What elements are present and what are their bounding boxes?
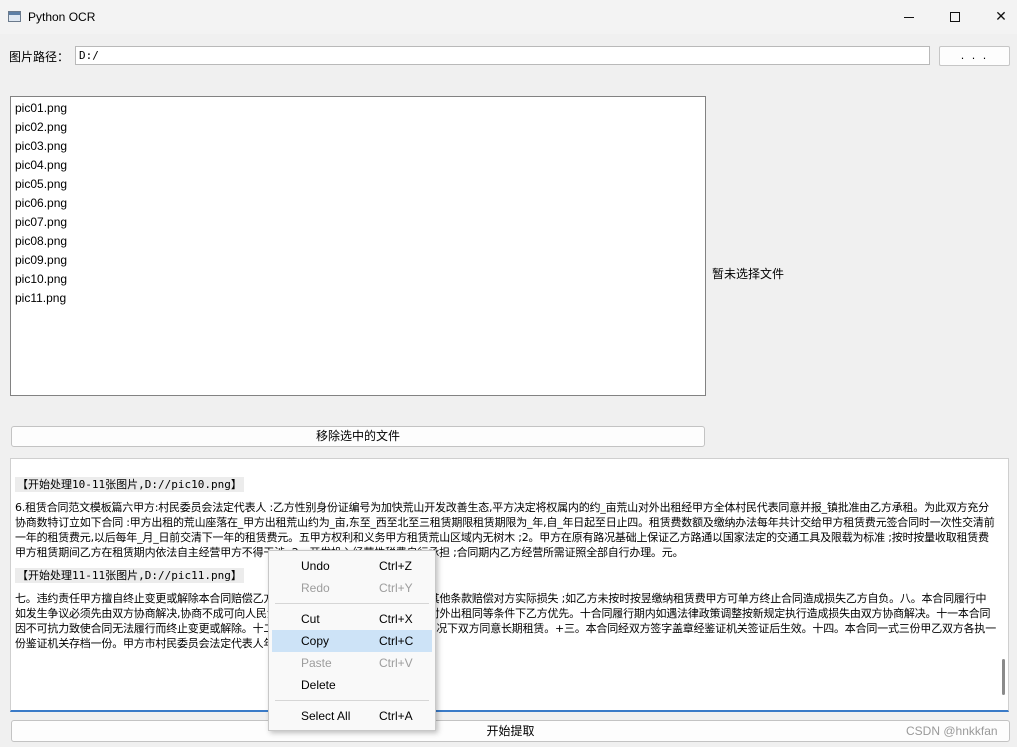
menu-item-shortcut: Ctrl+Z <box>379 559 412 573</box>
path-label: 图片路径： <box>9 50 70 64</box>
menu-item-redo[interactable]: Redo Ctrl+Y <box>269 577 435 599</box>
output-section-text: 6.租赁合同范文模板篇六甲方:村民委员会法定代表人 :乙方性别身份证编号为加快荒… <box>15 501 995 559</box>
close-icon: ✕ <box>995 9 1007 25</box>
menu-item-delete[interactable]: Delete <box>269 674 435 696</box>
menu-item-shortcut: Ctrl+Y <box>379 581 413 595</box>
file-list-item[interactable]: pic11.png <box>15 289 701 308</box>
menu-item-copy[interactable]: Copy Ctrl+C <box>272 630 432 652</box>
file-list-item[interactable]: pic10.png <box>15 270 701 289</box>
menu-item-label: Select All <box>301 709 351 723</box>
output-scrollbar-thumb[interactable] <box>1002 659 1005 695</box>
menu-item-undo[interactable]: Undo Ctrl+Z <box>269 555 435 577</box>
start-extract-button[interactable]: 开始提取 <box>11 720 1010 742</box>
file-list-item[interactable]: pic01.png <box>15 99 701 118</box>
menu-separator <box>275 603 429 604</box>
menu-item-shortcut: Ctrl+V <box>379 656 413 670</box>
menu-item-label: Undo <box>301 559 330 573</box>
minimize-button[interactable] <box>886 0 932 34</box>
close-button[interactable]: ✕ <box>978 0 1017 34</box>
menu-item-shortcut: Ctrl+A <box>379 709 413 723</box>
output-section-header: 【开始处理10-11张图片,D://pic10.png】 <box>15 477 244 492</box>
context-menu: Undo Ctrl+Z Redo Ctrl+Y Cut Ctrl+X Copy … <box>268 550 436 731</box>
menu-item-label: Redo <box>301 581 330 595</box>
file-list-item[interactable]: pic05.png <box>15 175 701 194</box>
file-list-item[interactable]: pic03.png <box>15 137 701 156</box>
minimize-icon <box>904 16 914 18</box>
file-list-item[interactable]: pic06.png <box>15 194 701 213</box>
menu-item-label: Paste <box>301 656 332 670</box>
maximize-button[interactable] <box>932 0 978 34</box>
selection-status-label: 暂未选择文件 <box>712 267 785 281</box>
file-list-item[interactable]: pic04.png <box>15 156 701 175</box>
menu-item-label: Copy <box>301 634 330 648</box>
menu-item-label: Delete <box>301 678 336 692</box>
file-list-item[interactable]: pic02.png <box>15 118 701 137</box>
file-list-item[interactable]: pic08.png <box>15 232 701 251</box>
output-section-header: 【开始处理11-11张图片,D://pic11.png】 <box>15 568 244 583</box>
window-title: Python OCR <box>28 10 96 24</box>
menu-item-shortcut: Ctrl+X <box>379 612 413 626</box>
path-input[interactable]: D:/ <box>75 46 930 65</box>
browse-button[interactable]: . . . <box>939 46 1010 66</box>
remove-selected-button[interactable]: 移除选中的文件 <box>11 426 705 447</box>
file-list[interactable]: pic01.png pic02.png pic03.png pic04.png … <box>10 96 706 396</box>
ocr-output-textarea[interactable]: 【开始处理10-11张图片,D://pic10.png】 6.租赁合同范文模板篇… <box>10 458 1009 712</box>
app-window-icon <box>8 11 21 22</box>
menu-separator <box>275 700 429 701</box>
menu-item-paste[interactable]: Paste Ctrl+V <box>269 652 435 674</box>
menu-item-cut[interactable]: Cut Ctrl+X <box>269 608 435 630</box>
file-list-item[interactable]: pic07.png <box>15 213 701 232</box>
maximize-icon <box>950 12 960 22</box>
menu-item-select-all[interactable]: Select All Ctrl+A <box>269 705 435 727</box>
file-list-item[interactable]: pic09.png <box>15 251 701 270</box>
menu-item-label: Cut <box>301 612 320 626</box>
watermark: CSDN @hnkkfan <box>906 724 998 738</box>
title-bar: Python OCR ✕ <box>0 0 1017 34</box>
menu-item-shortcut: Ctrl+C <box>379 634 414 648</box>
output-section-text: 七。违约责任甲方擅自终止变更或解除本合同赔偿乙方实际损失乙方违反本合同约定的,其… <box>15 592 997 650</box>
